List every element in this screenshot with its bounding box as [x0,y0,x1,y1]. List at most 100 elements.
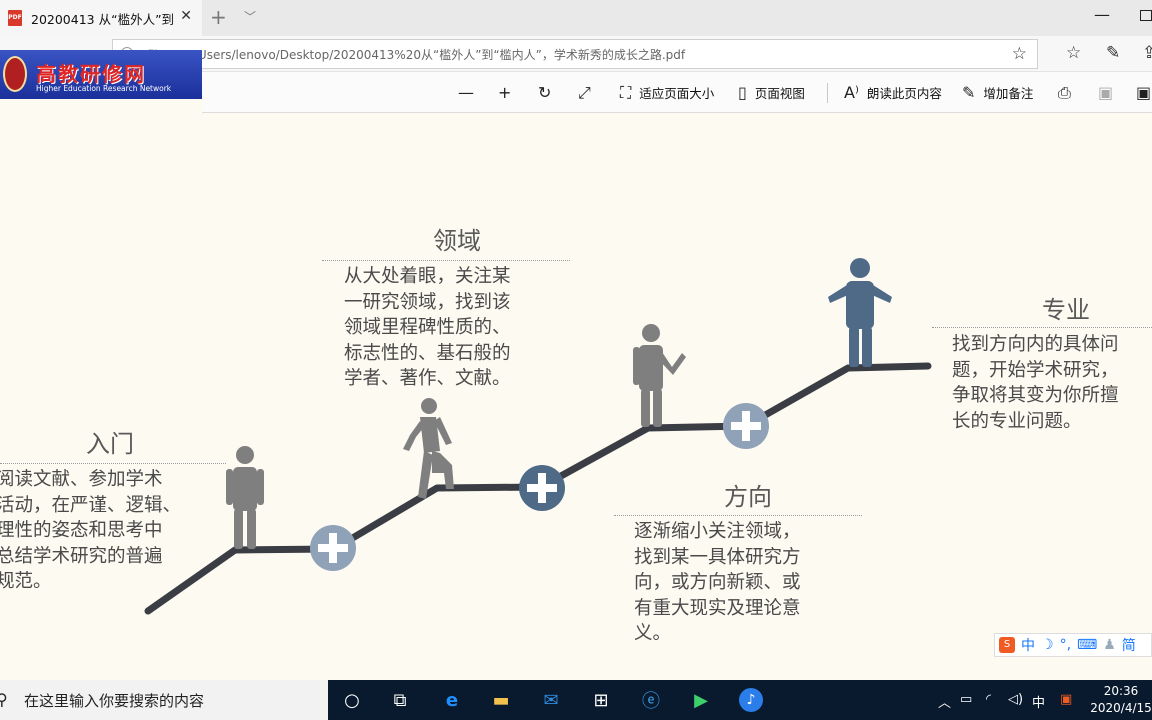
sogou-tray-icon[interactable]: ▣ [1060,692,1072,707]
keyboard-icon[interactable]: ⌨ [1077,637,1097,653]
stage-text-field: 从大处着眼，关注某 一研究领域，找到该 领域里程碑性质的、 标志性的、基石般的 … [344,264,511,392]
stage-text-direction: 逐渐缩小关注领域， 找到某一具体研究方 向，或方向新颖、或 有重大现实及理论意 … [634,519,801,647]
url-text: file:///C:/Users/lenovo/Desktop/20200413… [147,48,686,62]
divider [932,327,1152,328]
tab-list-chevron-icon[interactable]: ﹀ [244,8,256,25]
text-line: 标志性的、基石般的 [344,342,511,364]
standing-person-icon [226,446,264,549]
text-line: 规范。 [0,571,52,592]
show-hidden-icons-icon[interactable]: ︿ [938,692,951,711]
wifi-icon[interactable]: ◜ [986,692,991,707]
ime-toolbar[interactable]: S 中 ☽ °, ⌨ ♟ 简 [994,633,1152,657]
save-as-button[interactable]: ▣ [1136,72,1152,113]
thinking-person-icon [633,324,686,427]
stage-title-intro: 入门 [86,430,134,458]
text-line: 找到方向内的具体问 [952,334,1119,355]
taskbar-search[interactable]: ⚲ 在这里输入你要搜索的内容 [0,680,328,720]
text-line: 学者、著作、文献。 [344,368,511,389]
text-line: 有重大现实及理论意 [634,597,801,619]
pdf-toolbar: — + ↻ ⤢ ⛶ 适应页面大小 ▯ 页面视图 A⁾ 朗读此页内容 ✎ 增加备注… [202,72,1152,113]
seal-icon [3,56,27,92]
minimize-icon[interactable]: — [1094,5,1110,24]
plus-icon: + [498,83,512,102]
read-aloud-button[interactable]: A⁾ 朗读此页内容 [844,72,942,113]
favorite-star-icon[interactable]: ☆ [1012,44,1027,64]
zoom-out-button[interactable]: — [458,72,482,113]
text-line: 总结学术研究的普遍 [0,545,163,567]
text-line: 一研究领域，找到该 [344,291,511,313]
print-button[interactable]: ⎙ [1058,72,1079,113]
mail-icon[interactable]: ✉ [539,688,563,712]
watermark-logo: 高教研修网 Higher Education Research Network [0,50,202,99]
add-notes-button[interactable]: ✎ 增加备注 [962,72,1033,113]
close-tab-icon[interactable]: ✕ [180,8,192,24]
ie-browser-icon[interactable]: ⓔ [639,688,663,712]
stage-title-field: 领域 [433,227,481,255]
ime-chinese-mode[interactable]: 中 [1021,635,1035,655]
url-field[interactable]: i file:///C:/Users/lenovo/Desktop/202004… [112,39,1038,69]
user-icon[interactable]: ♟ [1103,637,1116,653]
save-button[interactable]: ▣ [1098,72,1121,113]
share-icon[interactable]: ⇪ [1142,43,1152,63]
ime-indicator[interactable]: 中 [1032,692,1045,711]
stage-title-direction: 方向 [724,483,772,511]
confident-person-icon [828,258,892,367]
fit-page-button[interactable]: ⛶ 适应页面大小 [620,72,714,113]
text-line: 向，或方向新颖、或 [634,572,801,593]
text-line: 题，开始学术研究， [952,359,1119,381]
browser-tab[interactable]: PDF 20200413 从“槛外人”到 ✕ [0,0,202,36]
task-view-icon[interactable]: ⧉ [388,688,412,712]
edge-browser-icon[interactable]: e [440,688,464,712]
read-aloud-label: 朗读此页内容 [866,86,942,101]
sogou-logo-icon: S [999,637,1015,653]
rotate-button[interactable]: ↻ [538,72,559,113]
volume-icon[interactable]: ◁) [1008,692,1023,707]
read-aloud-icon: A⁾ [844,83,859,102]
music-app-icon[interactable]: ♪ [739,688,763,712]
text-line: 从大处着眼，关注某 [344,266,511,287]
save-icon: ▣ [1098,83,1114,102]
page-view-label: 页面视图 [754,86,805,101]
clock-time: 20:36 [1103,684,1139,698]
fit-page-label: 适应页面大小 [639,86,715,101]
pen-notes-icon[interactable]: ✎ [1106,43,1120,63]
search-placeholder: 在这里输入你要搜索的内容 [24,691,205,710]
clock[interactable]: 20:36 2020/4/15 [1090,683,1152,717]
page-view-button[interactable]: ▯ 页面视图 [738,72,805,113]
text-line: 活动，在严谨、逻辑、 [0,494,182,516]
punctuation-icon[interactable]: °, [1060,637,1071,653]
favorites-list-icon[interactable]: ☆ [1066,43,1081,63]
plus-circle-icon [723,403,769,449]
text-line: 理性的姿态和思考中 [0,520,163,541]
file-explorer-icon[interactable]: ▬ [489,688,513,712]
divider [614,515,862,516]
stage-title-specialty: 专业 [1042,296,1090,324]
title-bar: PDF 20200413 从“槛外人”到 ✕ + ﹀ — [0,0,1152,36]
plus-circle-icon [519,465,565,511]
divider [322,260,570,261]
text-line: 长的专业问题。 [952,410,1082,432]
pdf-page: 入门 阅读文献、参加学术 活动，在严谨、逻辑、 理性的姿态和思考中 总结学术研究… [0,113,1152,680]
printer-icon: ⎙ [1058,82,1071,102]
text-line: 争取将其变为你所擅 [952,385,1119,406]
store-icon[interactable]: ⊞ [589,688,613,712]
ime-simplified-mode[interactable]: 简 [1122,635,1136,655]
plus-circle-icon [310,525,356,571]
text-line: 逐渐缩小关注领域， [634,521,801,542]
media-player-icon[interactable]: ▶ [689,688,713,712]
fullscreen-button[interactable]: ⤢ [578,72,599,113]
battery-icon[interactable]: ▭ [960,692,972,707]
fit-page-icon: ⛶ [620,82,632,102]
cortana-icon[interactable]: ○ [340,688,364,712]
zoom-in-button[interactable]: + [498,72,519,113]
moon-icon[interactable]: ☽ [1041,637,1054,653]
divider [0,463,226,464]
stage-text-intro: 阅读文献、参加学术 活动，在严谨、逻辑、 理性的姿态和思考中 总结学术研究的普遍… [0,467,181,595]
text-line: 阅读文献、参加学术 [0,469,163,490]
search-icon: ⚲ [0,690,8,709]
maximize-icon[interactable] [1140,10,1152,21]
pdf-file-icon: PDF [8,10,22,26]
text-line: 义。 [634,623,672,644]
save-as-icon: ▣ [1136,83,1152,102]
new-tab-icon[interactable]: + [210,6,227,28]
